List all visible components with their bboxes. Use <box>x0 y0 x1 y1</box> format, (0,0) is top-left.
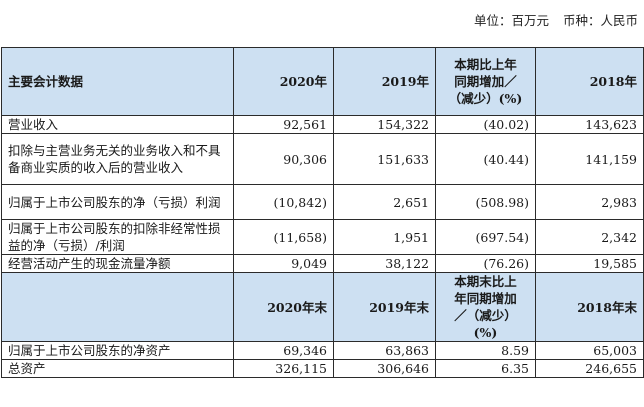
table-header-row: 2020年末 2019年末 本期末比上年同期增加 ／（减少） (%) 2018年末 <box>1 272 644 342</box>
column-header-item: 主要会计数据 <box>1 47 234 116</box>
cell-change: (40.02) <box>435 115 536 134</box>
row-label: 营业收入 <box>1 115 234 134</box>
row-label: 归属于上市公司股东的净资产 <box>1 341 234 360</box>
cell-2020: 69,346 <box>233 341 334 360</box>
cell-2020: (10,842) <box>233 184 334 220</box>
change-header-line: (%) <box>473 325 498 340</box>
column-header-change: 本期末比上年同期增加 ／（减少） (%) <box>435 272 536 342</box>
column-header-2018-end: 2018年末 <box>535 272 644 342</box>
change-header-line: （减少）(%) <box>448 91 523 106</box>
column-header-2020: 2020年 <box>233 47 334 116</box>
table-row: 归属于上市公司股东的扣除非经常性损益的净（亏损）/利润 (11,658) 1,9… <box>1 219 644 255</box>
cell-change: 8.59 <box>435 341 536 360</box>
cell-2018: 2,342 <box>535 219 644 255</box>
cell-2018: 246,655 <box>535 359 644 378</box>
row-label: 总资产 <box>1 359 234 378</box>
cell-2019: 38,122 <box>333 254 436 273</box>
unit-label: 单位： <box>473 13 512 28</box>
cell-2020: 90,306 <box>233 133 334 185</box>
cell-2020: 92,561 <box>233 115 334 134</box>
cell-2019: 306,646 <box>333 359 436 378</box>
table-row: 归属于上市公司股东的净资产 69,346 63,863 8.59 65,003 <box>1 341 644 360</box>
change-header-line: 同期增加／ <box>454 74 517 89</box>
cell-2018: 19,585 <box>535 254 644 273</box>
currency-value: 人民币 <box>600 13 638 28</box>
unit-value: 百万元 <box>511 13 549 28</box>
row-label: 扣除与主营业务无关的业务收入和不具备商业实质的收入后的营业收入 <box>1 133 234 185</box>
cell-2020: (11,658) <box>233 219 334 255</box>
column-header-change: 本期比上年同期增加／ （减少）(%) <box>435 47 536 116</box>
table-row: 扣除与主营业务无关的业务收入和不具备商业实质的收入后的营业收入 90,306 1… <box>1 133 644 185</box>
change-header-line: 本期比上年 <box>454 57 517 72</box>
column-header-item <box>1 272 234 342</box>
cell-2020: 9,049 <box>233 254 334 273</box>
cell-change: (40.44) <box>435 133 536 185</box>
cell-2018: 65,003 <box>535 341 644 360</box>
cell-change: (76.26) <box>435 254 536 273</box>
table-header-row: 主要会计数据 2020年 2019年 本期比上年同期增加／ （减少）(%) 201… <box>1 47 644 116</box>
change-header-line: ／（减少） <box>454 308 517 323</box>
column-header-2020-end: 2020年末 <box>233 272 334 342</box>
row-label: 经营活动产生的现金流量净额 <box>1 254 234 273</box>
unit-currency-line: 单位：百万元 币种：人民币 <box>474 10 638 29</box>
row-label: 归属于上市公司股东的净（亏损）利润 <box>1 184 234 220</box>
table-row: 总资产 326,115 306,646 6.35 246,655 <box>1 359 644 378</box>
cell-2018: 141,159 <box>535 133 644 185</box>
financial-data-table: 主要会计数据 2020年 2019年 本期比上年同期增加／ （减少）(%) 201… <box>1 47 644 378</box>
change-header-line: 年同期增加 <box>454 291 517 306</box>
column-header-2019: 2019年 <box>333 47 436 116</box>
cell-2019: 63,863 <box>333 341 436 360</box>
cell-2018: 2,983 <box>535 184 644 220</box>
cell-2019: 154,322 <box>333 115 436 134</box>
currency-label: 币种： <box>562 13 601 28</box>
row-label: 归属于上市公司股东的扣除非经常性损益的净（亏损）/利润 <box>1 219 234 255</box>
column-header-2018: 2018年 <box>535 47 644 116</box>
cell-2020: 326,115 <box>233 359 334 378</box>
cell-change: 6.35 <box>435 359 536 378</box>
column-header-2019-end: 2019年末 <box>333 272 436 342</box>
table-row: 营业收入 92,561 154,322 (40.02) 143,623 <box>1 115 644 134</box>
cell-change: (697.54) <box>435 219 536 255</box>
table-row: 归属于上市公司股东的净（亏损）利润 (10,842) 2,651 (508.98… <box>1 184 644 220</box>
cell-2018: 143,623 <box>535 115 644 134</box>
cell-change: (508.98) <box>435 184 536 220</box>
table-row: 经营活动产生的现金流量净额 9,049 38,122 (76.26) 19,58… <box>1 254 644 273</box>
change-header-line: 本期末比上 <box>454 274 517 289</box>
cell-2019: 151,633 <box>333 133 436 185</box>
cell-2019: 1,951 <box>333 219 436 255</box>
cell-2019: 2,651 <box>333 184 436 220</box>
